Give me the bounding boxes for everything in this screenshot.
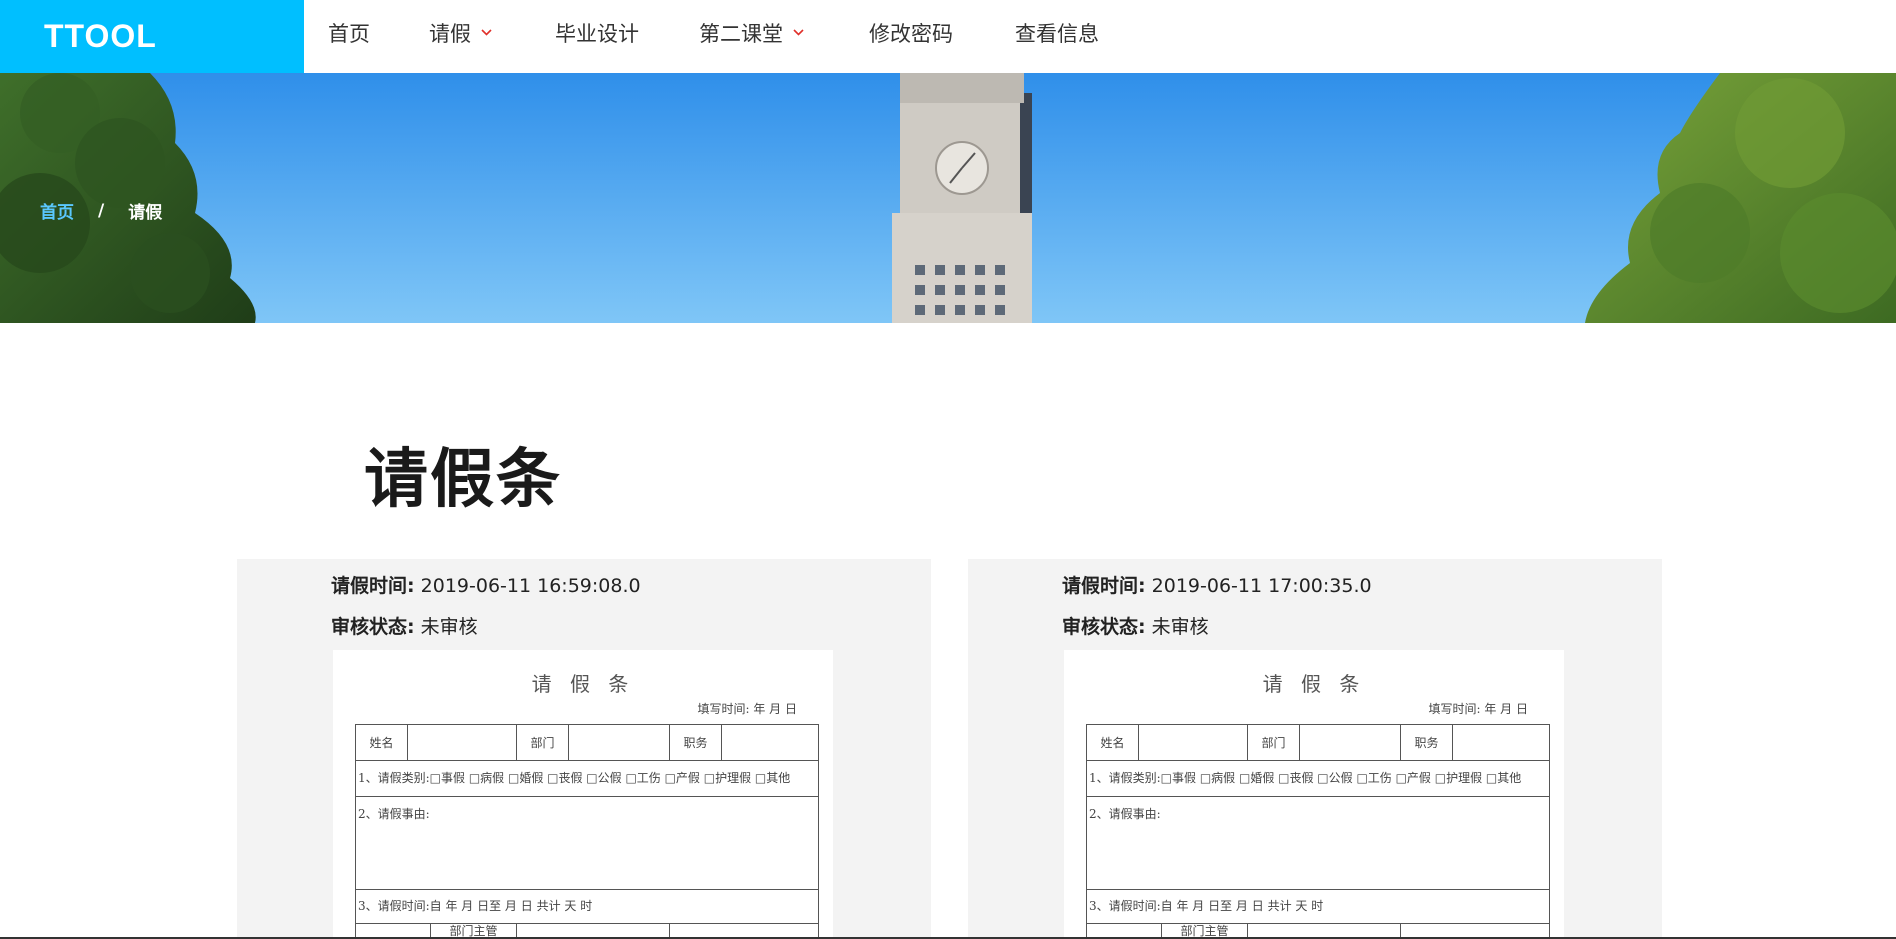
top-navigation-bar: TTOOL 首页 请假 毕业设计 第二课堂 修改密码 查看信息 — [0, 0, 1896, 73]
review-status-value: 未审核 — [1151, 616, 1209, 638]
breadcrumb-home-link[interactable]: 首页 — [40, 198, 74, 223]
form-leave-type: 1、请假类别:□事假 □病假 □婚假 □丧假 □公假 □工伤 □产假 □护理假 … — [1087, 761, 1549, 797]
nav-item-leave[interactable]: 请假 — [429, 0, 492, 73]
form-leave-period: 3、请假时间:自 年 月 日至 月 日 共计 天 时 — [1087, 890, 1549, 924]
form-fill-date: 填写时间: 年 月 日 — [1428, 702, 1529, 716]
review-status-field: 审核状态: 未审核 — [1062, 612, 1209, 639]
chevron-down-icon — [481, 28, 492, 36]
leave-record-card[interactable]: 请假时间: 2019-06-11 16:59:08.0 审核状态: 未审核 请 … — [237, 559, 931, 939]
page-title: 请假条 — [364, 443, 562, 517]
form-title: 请 假 条 — [1262, 672, 1366, 696]
review-status-label: 审核状态: — [331, 616, 415, 638]
nav-change-password-label: 修改密码 — [869, 22, 953, 46]
breadcrumb: 首页 / 请假 — [40, 198, 163, 224]
nav-view-info-label: 查看信息 — [1015, 22, 1099, 46]
campus-clock-tower-image — [0, 73, 1896, 323]
form-leave-reason: 2、请假事由: — [356, 797, 818, 890]
leave-record-card[interactable]: 请假时间: 2019-06-11 17:00:35.0 审核状态: 未审核 请 … — [968, 559, 1662, 939]
breadcrumb-separator: / — [98, 200, 105, 221]
nav-second-classroom-label: 第二课堂 — [699, 22, 783, 46]
nav-item-home[interactable]: 首页 — [328, 0, 370, 73]
form-leave-type: 1、请假类别:□事假 □病假 □婚假 □丧假 □公假 □工伤 □产假 □护理假 … — [356, 761, 818, 797]
nav-graduation-label: 毕业设计 — [555, 22, 639, 46]
review-status-value: 未审核 — [420, 616, 478, 638]
form-dept-label: 部门 — [517, 725, 569, 761]
leave-time-value: 2019-06-11 16:59:08.0 — [420, 575, 641, 597]
form-leave-period: 3、请假时间:自 年 月 日至 月 日 共计 天 时 — [356, 890, 818, 924]
form-table: 姓名 部门 职务 1、请假类别:□事假 □病假 □婚假 □丧假 □公假 □工伤 … — [355, 724, 819, 939]
form-table: 姓名 部门 职务 1、请假类别:□事假 □病假 □婚假 □丧假 □公假 □工伤 … — [1086, 724, 1550, 939]
leave-time-field: 请假时间: 2019-06-11 17:00:35.0 — [1062, 571, 1372, 598]
nav-item-change-password[interactable]: 修改密码 — [869, 0, 953, 73]
form-position-label: 职务 — [670, 725, 722, 761]
leave-form-image[interactable]: 请 假 条 填写时间: 年 月 日 姓名 部门 职务 1、请假类别:□事假 □病… — [1064, 650, 1564, 939]
form-name-label: 姓名 — [1087, 725, 1139, 761]
form-fill-date: 填写时间: 年 月 日 — [697, 702, 798, 716]
form-name-label: 姓名 — [356, 725, 408, 761]
form-position-label: 职务 — [1401, 725, 1453, 761]
nav-home-label: 首页 — [328, 22, 370, 46]
form-dept-label: 部门 — [1248, 725, 1300, 761]
nav-item-second-classroom[interactable]: 第二课堂 — [699, 0, 804, 73]
review-status-field: 审核状态: 未审核 — [331, 612, 478, 639]
leave-time-value: 2019-06-11 17:00:35.0 — [1151, 575, 1372, 597]
nav-item-view-info[interactable]: 查看信息 — [1015, 0, 1099, 73]
chevron-down-icon — [793, 28, 804, 36]
nav-item-graduation-design[interactable]: 毕业设计 — [555, 0, 639, 73]
nav-leave-label: 请假 — [429, 22, 471, 46]
banner-image — [0, 73, 1896, 323]
leave-time-label: 请假时间: — [331, 575, 415, 597]
review-status-label: 审核状态: — [1062, 616, 1146, 638]
form-leave-reason: 2、请假事由: — [1087, 797, 1549, 890]
breadcrumb-current: 请假 — [128, 203, 163, 223]
leave-time-label: 请假时间: — [1062, 575, 1146, 597]
site-logo[interactable]: TTOOL — [0, 0, 304, 73]
form-title: 请 假 条 — [531, 672, 635, 696]
leave-form-image[interactable]: 请 假 条 填写时间: 年 月 日 姓名 部门 职务 1、请假类别:□事假 □病… — [333, 650, 833, 939]
leave-time-field: 请假时间: 2019-06-11 16:59:08.0 — [331, 571, 641, 598]
